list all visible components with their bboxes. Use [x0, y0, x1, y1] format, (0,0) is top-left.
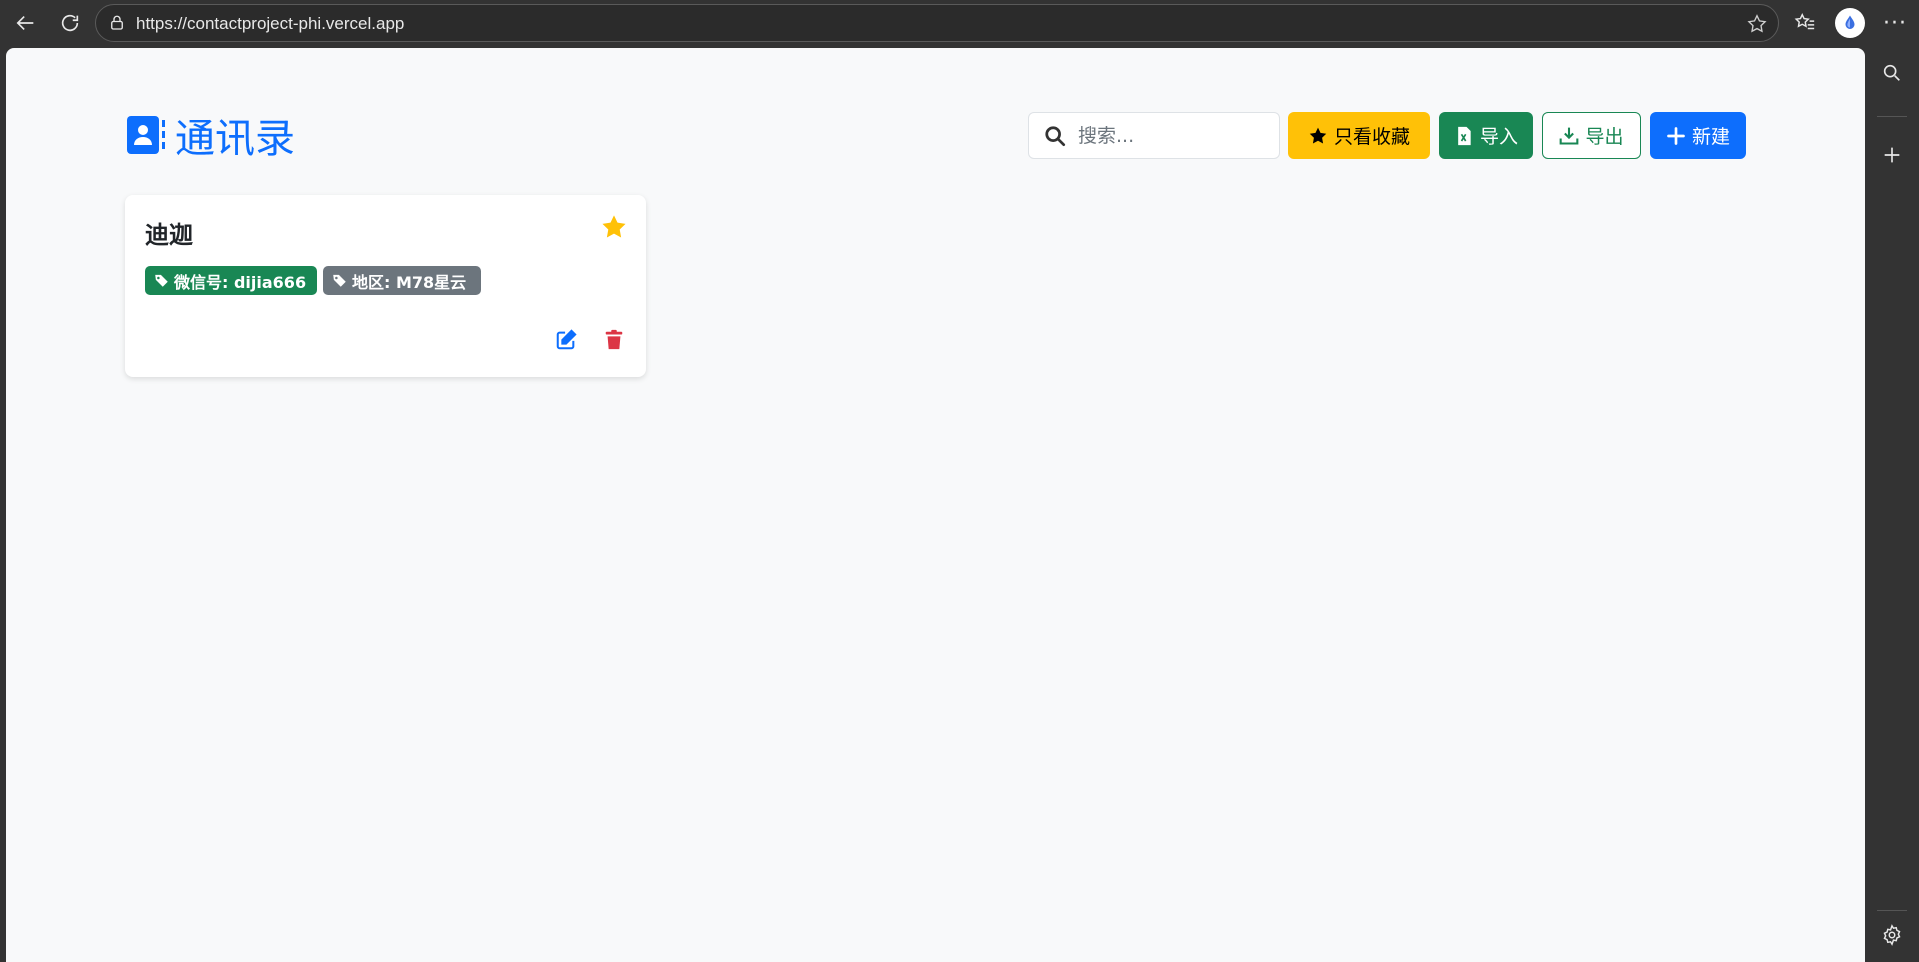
- export-label: 导出: [1585, 126, 1624, 148]
- search-icon: [1045, 125, 1066, 146]
- address-bar[interactable]: https://contactproject-phi.vercel.app: [95, 4, 1779, 42]
- tag-icon: [333, 274, 346, 287]
- drop-icon: [1845, 15, 1855, 29]
- profile-avatar[interactable]: [1835, 8, 1865, 38]
- search-box[interactable]: [1028, 112, 1280, 159]
- tag-label: 微信号: dijia666: [174, 272, 307, 292]
- sidebar-add-button[interactable]: [1879, 142, 1905, 168]
- reload-icon: [61, 14, 79, 32]
- favorites-list-button[interactable]: [1792, 10, 1818, 36]
- arrow-left-icon: [16, 15, 34, 31]
- import-label: 导入: [1479, 126, 1518, 148]
- contact-name: 迪迦: [145, 221, 193, 249]
- lock-icon: [111, 15, 123, 30]
- contact-card: 迪迦 微信号: dijia666 地区: M78星云: [125, 195, 646, 377]
- favorites-only-button[interactable]: 只看收藏: [1288, 112, 1430, 159]
- browser-toolbar: https://contactproject-phi.vercel.app ··…: [0, 0, 1919, 46]
- gear-icon: [1883, 924, 1901, 946]
- star-icon: [1309, 127, 1327, 143]
- url-text: https://contactproject-phi.vercel.app: [136, 14, 405, 33]
- plus-icon: [1667, 126, 1685, 145]
- trash-icon[interactable]: [603, 329, 625, 351]
- app-header: 通讯录: [127, 110, 295, 162]
- sidebar-divider: [1877, 116, 1907, 117]
- sidebar-settings-button[interactable]: [1879, 922, 1905, 948]
- search-input[interactable]: [1078, 124, 1268, 147]
- export-button[interactable]: 导出: [1542, 112, 1641, 159]
- sidebar-divider: [1877, 910, 1907, 911]
- plus-icon: [1884, 147, 1900, 163]
- download-icon: [1560, 127, 1579, 145]
- tag-icon: [155, 274, 168, 287]
- address-book-icon: [127, 116, 165, 154]
- new-contact-button[interactable]: 新建: [1650, 112, 1746, 159]
- edit-icon[interactable]: [555, 329, 577, 351]
- tag-wechat: 微信号: dijia666: [145, 266, 317, 295]
- sidebar-search-button[interactable]: [1879, 60, 1905, 86]
- new-contact-label: 新建: [1691, 126, 1730, 148]
- reload-button[interactable]: [54, 7, 86, 39]
- browser-sidebar: [1865, 46, 1919, 962]
- favorites-only-label: 只看收藏: [1333, 126, 1410, 148]
- page-viewport: 通讯录 只看收藏 导入 导出 新建 迪迦 微信号: dijia666 地区: M…: [6, 48, 1865, 962]
- page-title: 通讯录: [175, 116, 295, 162]
- search-icon: [1883, 64, 1900, 81]
- back-button[interactable]: [10, 7, 42, 39]
- file-excel-icon: [1458, 126, 1471, 145]
- tag-region: 地区: M78星云: [323, 266, 481, 295]
- favorite-star-icon[interactable]: [600, 213, 628, 241]
- favorites-list-icon: [1794, 13, 1815, 30]
- bookmark-star-icon[interactable]: [1746, 13, 1768, 35]
- tag-label: 地区: M78星云: [352, 272, 467, 292]
- more-menu-button[interactable]: ···: [1880, 8, 1910, 38]
- import-button[interactable]: 导入: [1439, 112, 1533, 159]
